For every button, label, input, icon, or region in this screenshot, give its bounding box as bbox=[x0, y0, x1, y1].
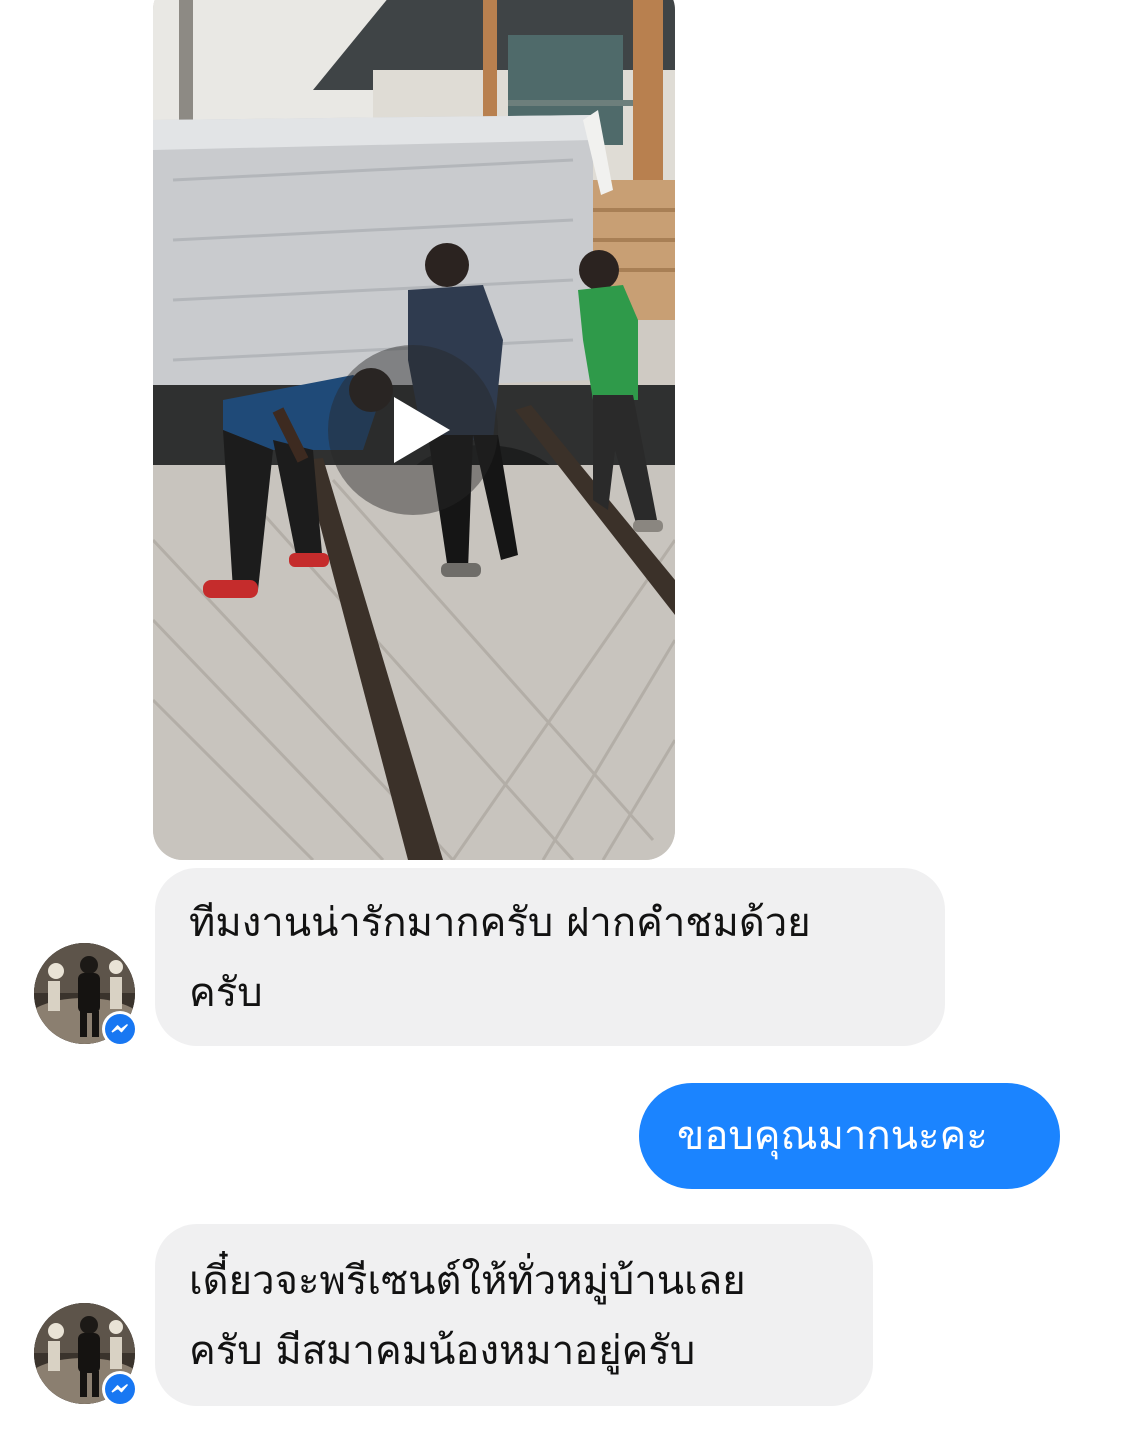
messenger-badge bbox=[102, 1011, 138, 1047]
sender-avatar[interactable] bbox=[34, 943, 138, 1047]
outgoing-message-bubble[interactable]: ขอบคุณมากนะคะ bbox=[639, 1083, 1060, 1189]
incoming-message-bubble[interactable]: ทีมงานน่ารักมากครับ ฝากคำชมด้วย ครับ bbox=[155, 868, 945, 1046]
sender-avatar[interactable] bbox=[34, 1303, 138, 1407]
message-text-line: ขอบคุณมากนะคะ bbox=[677, 1113, 988, 1159]
messenger-badge bbox=[102, 1371, 138, 1407]
message-text-line: เดี๋ยวจะพรีเซนต์ให้ทั่วหมู่บ้านเลย bbox=[189, 1258, 746, 1304]
messenger-icon bbox=[105, 1014, 135, 1044]
message-text-line: ครับ bbox=[189, 970, 263, 1016]
play-icon bbox=[394, 397, 450, 463]
video-message[interactable] bbox=[153, 0, 675, 860]
messenger-icon bbox=[105, 1374, 135, 1404]
incoming-message-bubble[interactable]: เดี๋ยวจะพรีเซนต์ให้ทั่วหมู่บ้านเลย ครับ … bbox=[155, 1224, 873, 1406]
message-text-line: ครับ มีสมาคมน้องหมาอยู่ครับ bbox=[189, 1328, 696, 1374]
message-text-line: ทีมงานน่ารักมากครับ ฝากคำชมด้วย bbox=[189, 900, 811, 946]
play-button[interactable] bbox=[328, 345, 498, 515]
